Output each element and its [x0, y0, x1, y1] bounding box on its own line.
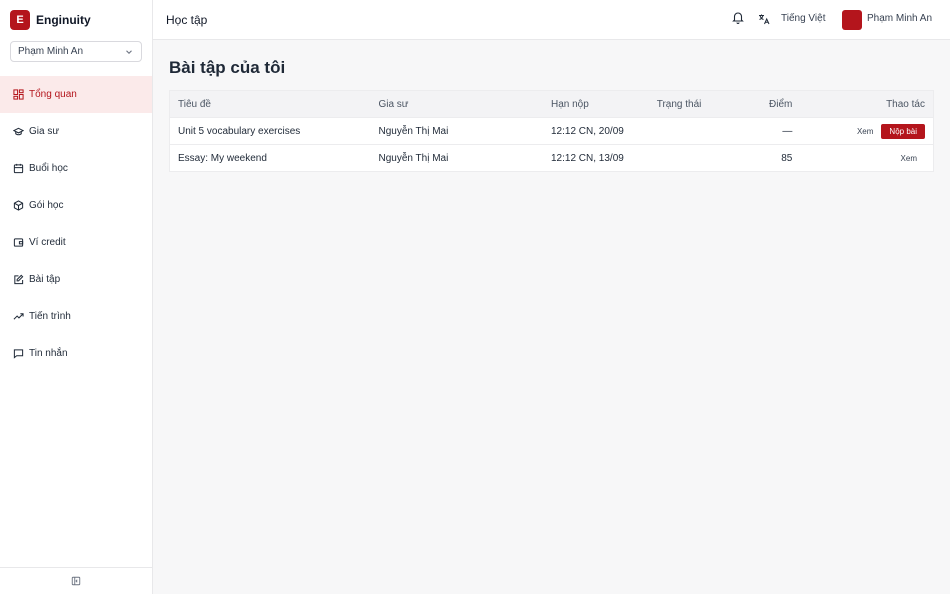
brand-name: Enginuity [36, 13, 91, 27]
sidebar-item-sessions[interactable]: Buổi học [0, 150, 152, 187]
sidebar-item-assignments[interactable]: Bài tập [0, 261, 152, 298]
sidebar-collapse-button[interactable] [0, 567, 152, 594]
brand: E Enginuity [10, 10, 91, 30]
sidebar-item-progress[interactable]: Tiến trình [0, 298, 152, 335]
table-header: Tiêu đề Gia sư Hạn nộp Trạng thái Điểm T… [170, 91, 933, 117]
translate-icon[interactable] [758, 13, 770, 25]
cell-title: Essay: My weekend [178, 152, 267, 164]
submit-button[interactable]: Nộp bài [881, 123, 925, 139]
sidebar-item-label: Gói học [29, 200, 64, 211]
sidebar-item-label: Tổng quan [29, 89, 77, 100]
view-button[interactable]: Xem [893, 154, 925, 163]
calendar-icon [13, 163, 24, 174]
dashboard-icon [13, 89, 24, 100]
sidebar-item-label: Tin nhắn [29, 348, 68, 359]
cell-due: 12:12 CN, 13/09 [551, 152, 624, 164]
view-button[interactable]: Xem [849, 127, 881, 136]
edit-icon [13, 274, 24, 285]
cell-score: — [782, 125, 793, 137]
cell-actions: Xem [792, 154, 933, 163]
sidebar-item-label: Buổi học [29, 163, 68, 174]
user-select-value: Phạm Minh An [18, 46, 84, 57]
cell-due: 12:12 CN, 20/09 [551, 125, 624, 137]
cell-tutor: Nguyễn Thị Mai [378, 152, 449, 164]
cell-score: 85 [781, 152, 793, 164]
column-header-status: Trạng thái [656, 98, 702, 110]
column-header-score: Điểm [769, 98, 793, 110]
column-header-tutor: Gia sư [378, 98, 409, 110]
cell-title: Unit 5 vocabulary exercises [178, 125, 301, 137]
sidebar: E Enginuity Phạm Minh An Tổng quan Gia s… [0, 0, 153, 594]
sidebar-item-packages[interactable]: Gói học [0, 187, 152, 224]
wallet-icon [13, 237, 24, 248]
package-icon [13, 200, 24, 211]
sidebar-item-label: Gia sư [29, 126, 60, 137]
assignments-table: Tiêu đề Gia sư Hạn nộp Trạng thái Điểm T… [169, 90, 934, 172]
table-row: Unit 5 vocabulary exercises Nguyễn Thị M… [170, 117, 933, 144]
sidebar-item-tutors[interactable]: Gia sư [0, 113, 152, 150]
sidebar-item-label: Bài tập [29, 274, 61, 285]
sidebar-item-label: Tiến trình [29, 311, 71, 322]
bell-icon[interactable] [732, 11, 744, 24]
trending-up-icon [13, 311, 24, 322]
topbar-user-name[interactable]: Phạm Minh An [867, 13, 932, 24]
page-title: Bài tập của tôi [169, 58, 286, 77]
column-header-title: Tiêu đề [178, 98, 211, 110]
topbar: Học tập Tiếng Việt Phạm Minh An [153, 0, 950, 40]
page-crumb: Học tập [166, 13, 208, 27]
graduation-cap-icon [13, 126, 24, 137]
sidebar-nav: Tổng quan Gia sư Buổi học Gói học Ví cre… [0, 76, 152, 372]
table-row: Essay: My weekend Nguyễn Thị Mai 12:12 C… [170, 144, 933, 171]
cell-tutor: Nguyễn Thị Mai [378, 125, 449, 137]
sidebar-collapse-icon [71, 576, 81, 586]
language-selector[interactable]: Tiếng Việt [781, 13, 825, 24]
sidebar-item-dashboard[interactable]: Tổng quan [0, 76, 152, 113]
chevron-down-icon [126, 49, 132, 54]
column-header-actions: Thao tác [886, 98, 925, 110]
avatar[interactable] [842, 10, 862, 30]
brand-logo: E [10, 10, 30, 30]
sidebar-item-label: Ví credit [29, 237, 66, 248]
sidebar-item-messages[interactable]: Tin nhắn [0, 335, 152, 372]
column-header-due: Hạn nộp [551, 98, 589, 110]
user-select[interactable]: Phạm Minh An [10, 41, 142, 62]
cell-actions: Xem Nộp bài [792, 123, 933, 139]
message-icon [13, 348, 24, 359]
sidebar-item-wallet[interactable]: Ví credit [0, 224, 152, 261]
